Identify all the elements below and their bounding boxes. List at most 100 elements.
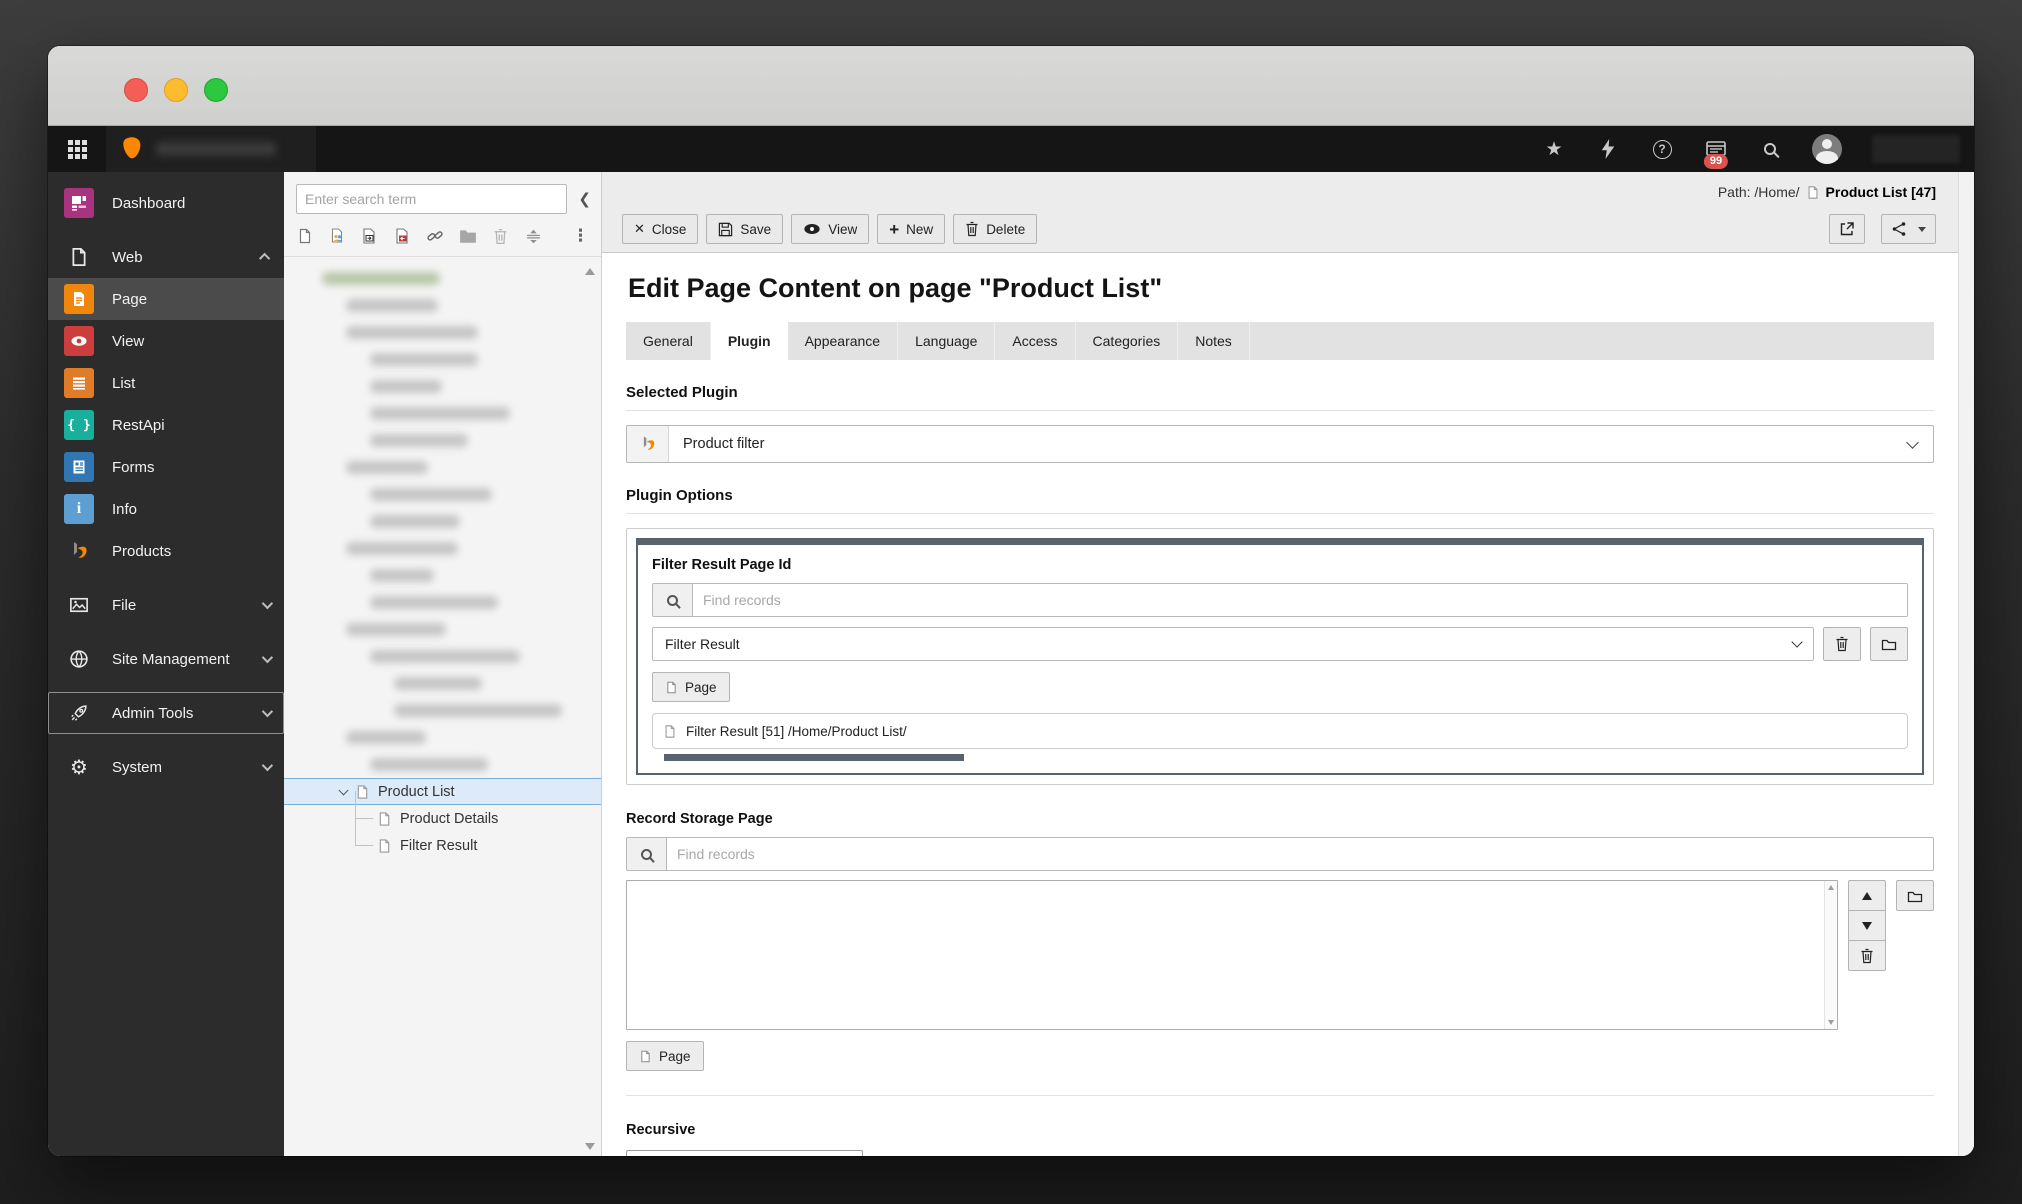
- sidebar-item-info[interactable]: i Info: [48, 488, 284, 530]
- typo3-brand[interactable]: [106, 126, 316, 172]
- tree-node-filter-result[interactable]: Filter Result: [284, 832, 601, 859]
- trash-icon[interactable]: [492, 226, 510, 246]
- minimize-window-button[interactable]: [164, 78, 188, 102]
- folder-icon[interactable]: [459, 226, 477, 246]
- zoom-window-button[interactable]: [204, 78, 228, 102]
- save-button[interactable]: Save: [706, 214, 783, 244]
- find-records-input[interactable]: [666, 837, 1934, 871]
- new-page-icon[interactable]: [296, 226, 314, 246]
- sidebar-item-label: View: [112, 333, 270, 350]
- tree-node-product-details[interactable]: Product Details: [284, 805, 601, 832]
- tab-categories[interactable]: Categories: [1076, 322, 1179, 360]
- docheader-toolbar: ✕ Close Save View + New: [602, 206, 1958, 252]
- sidebar-item-restapi[interactable]: { } RestApi: [48, 404, 284, 446]
- close-button[interactable]: ✕ Close: [622, 214, 698, 244]
- clear-cache-icon[interactable]: [1596, 137, 1620, 161]
- filter-result-select[interactable]: Filter Result: [652, 627, 1814, 661]
- bookmark-icon[interactable]: ★: [1542, 137, 1566, 161]
- page-icon: [377, 811, 392, 827]
- sidebar-item-label: RestApi: [112, 417, 270, 434]
- username-redacted: [1872, 135, 1960, 163]
- tree-scroll-down-icon[interactable]: [585, 1143, 595, 1150]
- new-button[interactable]: + New: [877, 214, 945, 244]
- tree-scroll-up-icon[interactable]: [585, 268, 595, 275]
- tree-more-menu-icon[interactable]: ⋮: [572, 226, 589, 246]
- sidebar-group-label: Web: [112, 249, 244, 266]
- browse-records-button[interactable]: [1896, 880, 1934, 911]
- plugin-icon: [627, 426, 669, 462]
- page-icon: [663, 724, 677, 739]
- tab-language[interactable]: Language: [898, 322, 995, 360]
- sidebar-group-admin-tools[interactable]: Admin Tools: [48, 692, 284, 734]
- record-storage-listbox[interactable]: [626, 880, 1838, 1030]
- remove-record-button[interactable]: [1848, 940, 1886, 971]
- link-icon[interactable]: [426, 226, 444, 246]
- horizontal-scrollbar-thumb[interactable]: [664, 754, 964, 761]
- tree-node-label: Product Details: [400, 811, 498, 827]
- help-icon[interactable]: ?: [1650, 137, 1674, 161]
- sidebar-group-site-management[interactable]: Site Management: [48, 638, 284, 680]
- notification-badge: 99: [1704, 154, 1728, 169]
- new-shortcut-page-icon[interactable]: [361, 226, 379, 246]
- new-mountpoint-page-icon[interactable]: [394, 226, 412, 246]
- sidebar-group-web[interactable]: Web: [48, 236, 284, 278]
- sidebar-item-forms[interactable]: Forms: [48, 446, 284, 488]
- share-button[interactable]: [1881, 214, 1936, 244]
- sidebar-item-view[interactable]: View: [48, 320, 284, 362]
- user-avatar[interactable]: [1812, 134, 1842, 164]
- allowed-table-page-button[interactable]: Page: [652, 672, 730, 702]
- folder-icon: [1907, 889, 1923, 903]
- arrow-up-icon: [1862, 892, 1872, 900]
- collapse-tree-icon[interactable]: ❮: [578, 190, 591, 208]
- tab-appearance[interactable]: Appearance: [788, 322, 899, 360]
- chevron-down-icon: [262, 652, 273, 663]
- close-window-button[interactable]: [124, 78, 148, 102]
- search-icon[interactable]: [1758, 137, 1782, 161]
- page-icon: [1806, 185, 1820, 200]
- main-content-area: Path: /Home/ Product List [47] ✕ Close S…: [602, 172, 1974, 1156]
- tab-bar: General Plugin Appearance Language Acces…: [626, 322, 1934, 360]
- delete-button[interactable]: Delete: [953, 214, 1037, 244]
- page-icon: [377, 838, 392, 854]
- page-title: Edit Page Content on page "Product List": [628, 273, 1934, 304]
- window-controls: [124, 78, 228, 102]
- tree-node-product-list[interactable]: Product List: [284, 778, 601, 805]
- notifications-icon[interactable]: 99: [1704, 137, 1728, 161]
- sidebar-item-products[interactable]: Products: [48, 530, 284, 572]
- browse-records-button[interactable]: [1870, 627, 1908, 661]
- view-button[interactable]: View: [791, 214, 869, 244]
- tab-plugin[interactable]: Plugin: [711, 322, 788, 360]
- search-icon: [626, 837, 666, 871]
- sidebar-item-label: Page: [112, 291, 270, 308]
- window-titlebar: [48, 46, 1974, 126]
- sidebar-item-list[interactable]: List: [48, 362, 284, 404]
- remove-record-button[interactable]: [1823, 627, 1861, 661]
- move-up-button[interactable]: [1848, 880, 1886, 911]
- module-menu-button[interactable]: [48, 126, 106, 172]
- main-scrollbar[interactable]: [1958, 172, 1974, 1156]
- tree-search-input[interactable]: [296, 184, 567, 214]
- breadcrumb: Path: /Home/ Product List [47]: [602, 172, 1958, 206]
- module-sidebar: Dashboard Web Page View: [48, 172, 284, 1156]
- sidebar-group-system[interactable]: ⚙ System: [48, 746, 284, 788]
- share-icon: [1891, 221, 1907, 237]
- tab-access[interactable]: Access: [995, 322, 1075, 360]
- selected-record-item[interactable]: Filter Result [51] /Home/Product List/: [652, 713, 1908, 749]
- tab-notes[interactable]: Notes: [1178, 322, 1250, 360]
- tab-general[interactable]: General: [626, 322, 711, 360]
- sidebar-item-page[interactable]: Page: [48, 278, 284, 320]
- allowed-table-page-button[interactable]: Page: [626, 1041, 704, 1071]
- trash-icon: [1835, 636, 1849, 652]
- sidebar-group-file[interactable]: File: [48, 584, 284, 626]
- expand-collapse-icon[interactable]: [525, 226, 543, 246]
- listbox-scrollbar[interactable]: [1824, 881, 1837, 1029]
- move-down-button[interactable]: [1848, 910, 1886, 941]
- recursive-select[interactable]: 0 levels (only selected page): [626, 1150, 863, 1156]
- find-records-input[interactable]: [692, 583, 1908, 617]
- listbox-controls: [1848, 880, 1886, 971]
- expand-chevron-icon[interactable]: [339, 786, 349, 796]
- plugin-select[interactable]: Product filter: [626, 425, 1934, 463]
- open-in-new-window-button[interactable]: [1829, 214, 1865, 244]
- new-page-users-icon[interactable]: [329, 226, 347, 246]
- sidebar-item-dashboard[interactable]: Dashboard: [48, 182, 284, 224]
